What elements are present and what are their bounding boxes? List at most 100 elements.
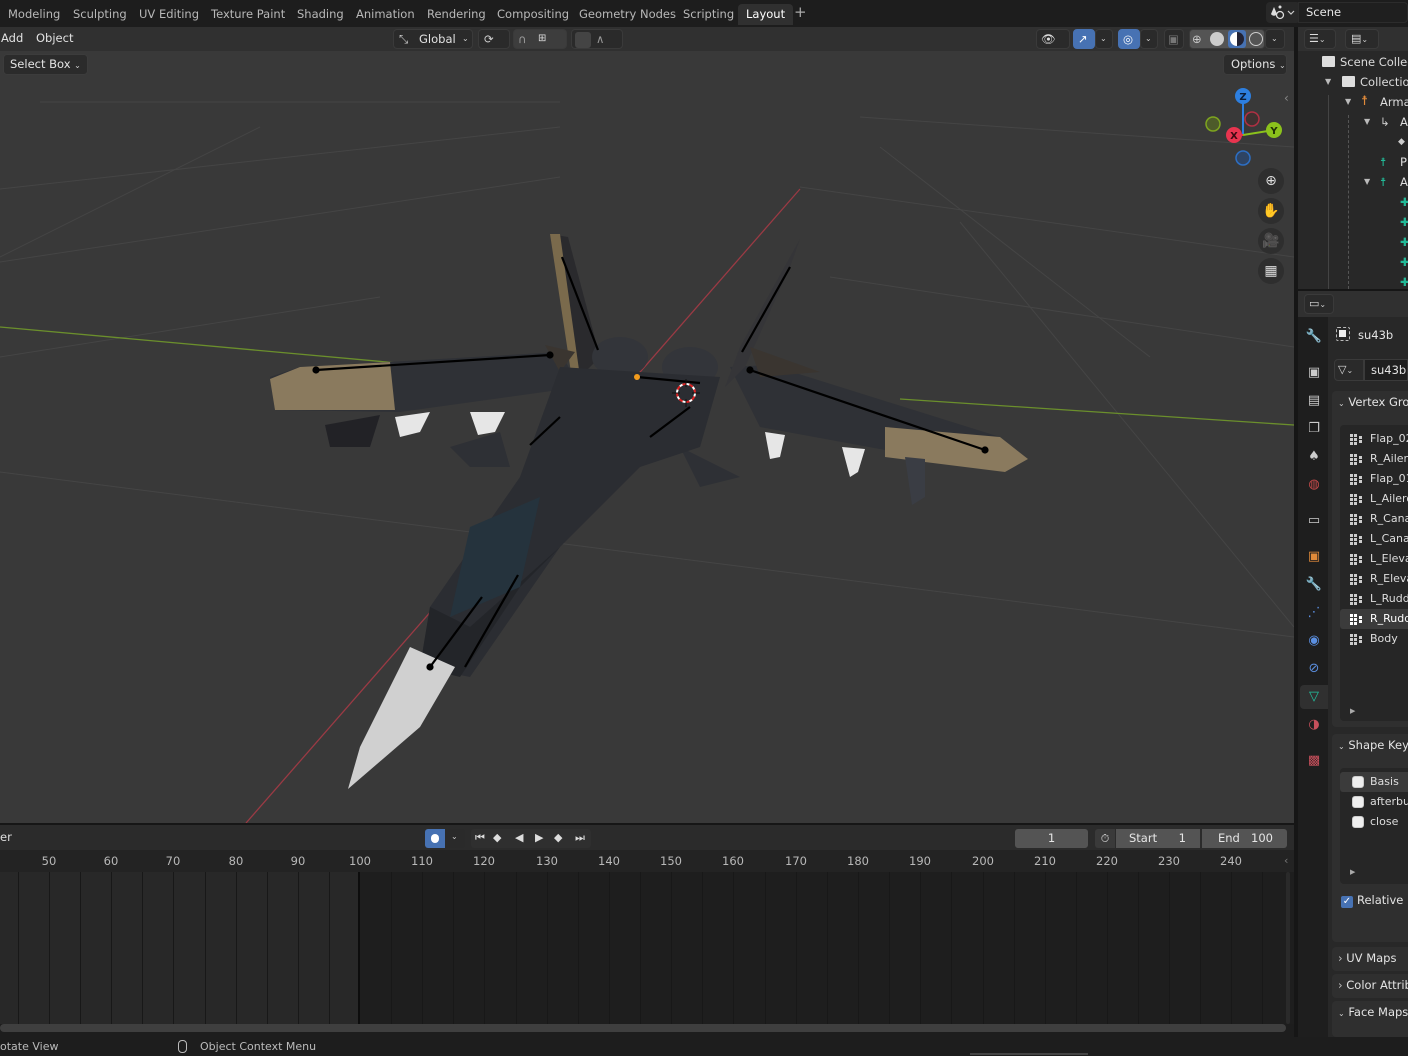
particles-icon[interactable]: ⋰	[1302, 601, 1326, 625]
stopwatch-icon[interactable]: ⏱	[1095, 829, 1115, 848]
tab-modeling[interactable]: Modeling	[0, 4, 68, 25]
constraints-icon[interactable]: ⊘	[1302, 657, 1326, 681]
vertex-groups-header[interactable]: ⌄ Vertex Gro	[1338, 395, 1408, 409]
play-reverse-icon[interactable]: ◀	[515, 831, 523, 844]
modifier-icon[interactable]: 🔧	[1302, 573, 1326, 597]
transform-orientation-dropdown[interactable]: ⤡ Global ⌄	[393, 29, 473, 49]
scene-name-field[interactable]: Scene	[1298, 2, 1408, 23]
collection-icon[interactable]: ▭	[1302, 509, 1326, 533]
pan-hand-icon[interactable]: ✋	[1258, 198, 1284, 224]
view-layer-icon[interactable]: ❐	[1302, 417, 1326, 441]
vertex-group-item[interactable]: L_Cana	[1340, 529, 1408, 549]
expand-arrow-icon[interactable]: ▼	[1364, 172, 1370, 192]
outliner-row-bone[interactable]: ✚	[1298, 192, 1408, 212]
face-maps-panel[interactable]: ⌄ Face Maps	[1332, 1001, 1408, 1037]
outliner-row-pose[interactable]: ☨ P	[1298, 152, 1408, 172]
uv-maps-panel[interactable]: › UV Maps	[1332, 947, 1408, 971]
tool-icon[interactable]: 🔧	[1302, 325, 1326, 349]
menu-object[interactable]: Object	[36, 31, 73, 45]
list-expand-icon[interactable]: ▶	[1350, 868, 1355, 876]
render-icon[interactable]: ▣	[1302, 361, 1326, 385]
chevron-down-icon[interactable]: ⌄	[451, 832, 458, 841]
color-attributes-panel[interactable]: › Color Attrib	[1332, 974, 1408, 998]
overlays-dropdown[interactable]: ⌄	[1140, 29, 1158, 49]
marker-menu[interactable]: er	[0, 830, 12, 844]
world-icon[interactable]: ◍	[1302, 473, 1326, 497]
prev-keyframe-icon[interactable]: ◆	[493, 831, 501, 844]
vertex-group-item[interactable]: Body	[1340, 629, 1408, 649]
outliner-row-collection[interactable]: ▼ Collection	[1298, 72, 1408, 92]
expand-arrow-icon[interactable]: ▼	[1325, 72, 1331, 92]
expand-arrow-icon[interactable]: ▼	[1345, 92, 1351, 112]
physics-icon[interactable]: ◉	[1302, 629, 1326, 653]
tab-layout[interactable]: Layout	[738, 4, 794, 25]
data-icon[interactable]: ▽	[1300, 685, 1328, 709]
outliner-row-scene-collection[interactable]: Scene Collect	[1298, 52, 1408, 72]
visibility-dropdown[interactable]: 👁	[1036, 29, 1070, 49]
jump-end-icon[interactable]: ⏭	[575, 831, 585, 845]
tab-animation[interactable]: Animation	[348, 4, 423, 25]
vertical-scrollbar[interactable]	[1286, 872, 1290, 1024]
frame-ruler[interactable]: 50 60 70 80 90 100 110 120 130 140 150 1…	[0, 850, 1294, 872]
outliner-row-bone[interactable]: ✚	[1298, 252, 1408, 272]
display-mode-dropdown[interactable]: ☰⌄	[1304, 29, 1336, 49]
tab-scripting[interactable]: Scripting	[675, 4, 742, 25]
material-icon[interactable]: ◑	[1302, 713, 1326, 737]
shape-key-list[interactable]: Basis afterbur close ▶	[1340, 768, 1408, 884]
rendered-shading-icon[interactable]	[1249, 32, 1263, 46]
timeline-editor[interactable]: er ⌄ ⏮ ◆ ◀ ▶ ◆ ⏭ 1 ⏱ Start 1 End 100 50 …	[0, 825, 1294, 1037]
scene-selector[interactable]	[1266, 2, 1300, 23]
shape-key-item-selected[interactable]: Basis	[1340, 772, 1408, 792]
output-icon[interactable]: ▤	[1302, 389, 1326, 413]
start-frame-field[interactable]: Start 1	[1116, 829, 1200, 848]
gizmo-toggle[interactable]: ↗	[1073, 29, 1095, 49]
select-box-dropdown[interactable]: Select Box ⌄	[3, 54, 88, 75]
tab-rendering[interactable]: Rendering	[419, 4, 494, 25]
editor-type-dropdown[interactable]: ▭⌄	[1304, 294, 1334, 314]
tab-texture-paint[interactable]: Texture Paint	[203, 4, 293, 25]
tab-geometry-nodes[interactable]: Geometry Nodes	[571, 4, 684, 25]
material-preview-icon[interactable]	[1228, 30, 1246, 48]
vertex-group-list[interactable]: Flap_02 R_Ailero Flap_01 L_Ailero R_Cana…	[1340, 425, 1408, 721]
sidebar-toggle-icon[interactable]: ‹	[1284, 854, 1288, 867]
camera-icon[interactable]: 🎥	[1258, 228, 1284, 254]
next-keyframe-icon[interactable]: ◆	[554, 831, 562, 844]
relative-checkbox[interactable]: ✓	[1341, 896, 1353, 908]
vertex-group-item[interactable]: L_Ailero	[1340, 489, 1408, 509]
timeline-keyframe-area[interactable]	[0, 872, 1294, 1024]
zoom-icon[interactable]: ⊕	[1258, 168, 1284, 194]
vertex-group-item[interactable]: L_Eleva	[1340, 549, 1408, 569]
tab-uv-editing[interactable]: UV Editing	[131, 4, 207, 25]
solid-shading-icon[interactable]	[1210, 32, 1224, 46]
outliner-row-bone-data[interactable]: ◆	[1298, 132, 1408, 152]
tab-compositing[interactable]: Compositing	[489, 4, 577, 25]
xray-toggle[interactable]: ▣	[1164, 29, 1184, 49]
snap-toggle[interactable]: ∩ ⊞	[513, 29, 567, 49]
options-dropdown[interactable]: Options ⌄	[1223, 54, 1287, 75]
outliner-row-armature[interactable]: ▼ ☨ Arma	[1298, 92, 1408, 112]
scene-icon[interactable]: ♠	[1302, 445, 1326, 469]
gizmo-dropdown[interactable]: ⌄	[1095, 29, 1113, 49]
filter-dropdown[interactable]: ▤⌄	[1345, 29, 1379, 49]
overlays-toggle[interactable]: ◎	[1118, 29, 1140, 49]
vertex-group-item[interactable]: Flap_01	[1340, 469, 1408, 489]
properties-editor[interactable]: ▭⌄ 🔧 ▣ ▤ ❐ ♠ ◍ ▭ ▣ 🔧 ⋰ ◉ ⊘ ▽ ◑ ▩ su43b ▽…	[1298, 291, 1408, 1037]
list-expand-icon[interactable]: ▶	[1350, 707, 1355, 715]
object-icon[interactable]: ▣	[1302, 545, 1326, 569]
tab-shading[interactable]: Shading	[289, 4, 352, 25]
shading-dropdown[interactable]: ⌄	[1265, 29, 1285, 49]
navigation-gizmo[interactable]: Z Y X	[1200, 85, 1290, 170]
record-toggle[interactable]	[425, 829, 445, 848]
shape-key-item[interactable]: afterbur	[1340, 792, 1408, 812]
menu-add[interactable]: Add	[1, 31, 23, 45]
horizontal-scrollbar[interactable]	[0, 1024, 1286, 1032]
play-icon[interactable]: ▶	[535, 831, 543, 844]
outliner[interactable]: ☰⌄ ▤⌄ Scene Collect ▼ Collection ▼ ☨ Arm…	[1298, 27, 1408, 289]
vertex-group-item[interactable]: R_Cana	[1340, 509, 1408, 529]
tab-sculpting[interactable]: Sculpting	[65, 4, 135, 25]
proportional-editing-toggle[interactable]: ∧	[571, 29, 623, 49]
outliner-row-bone[interactable]: ✚	[1298, 232, 1408, 252]
vertex-group-item-selected[interactable]: R_Rudd	[1340, 609, 1408, 629]
jump-start-icon[interactable]: ⏮	[475, 831, 485, 845]
expand-arrow-icon[interactable]: ▼	[1364, 112, 1370, 132]
